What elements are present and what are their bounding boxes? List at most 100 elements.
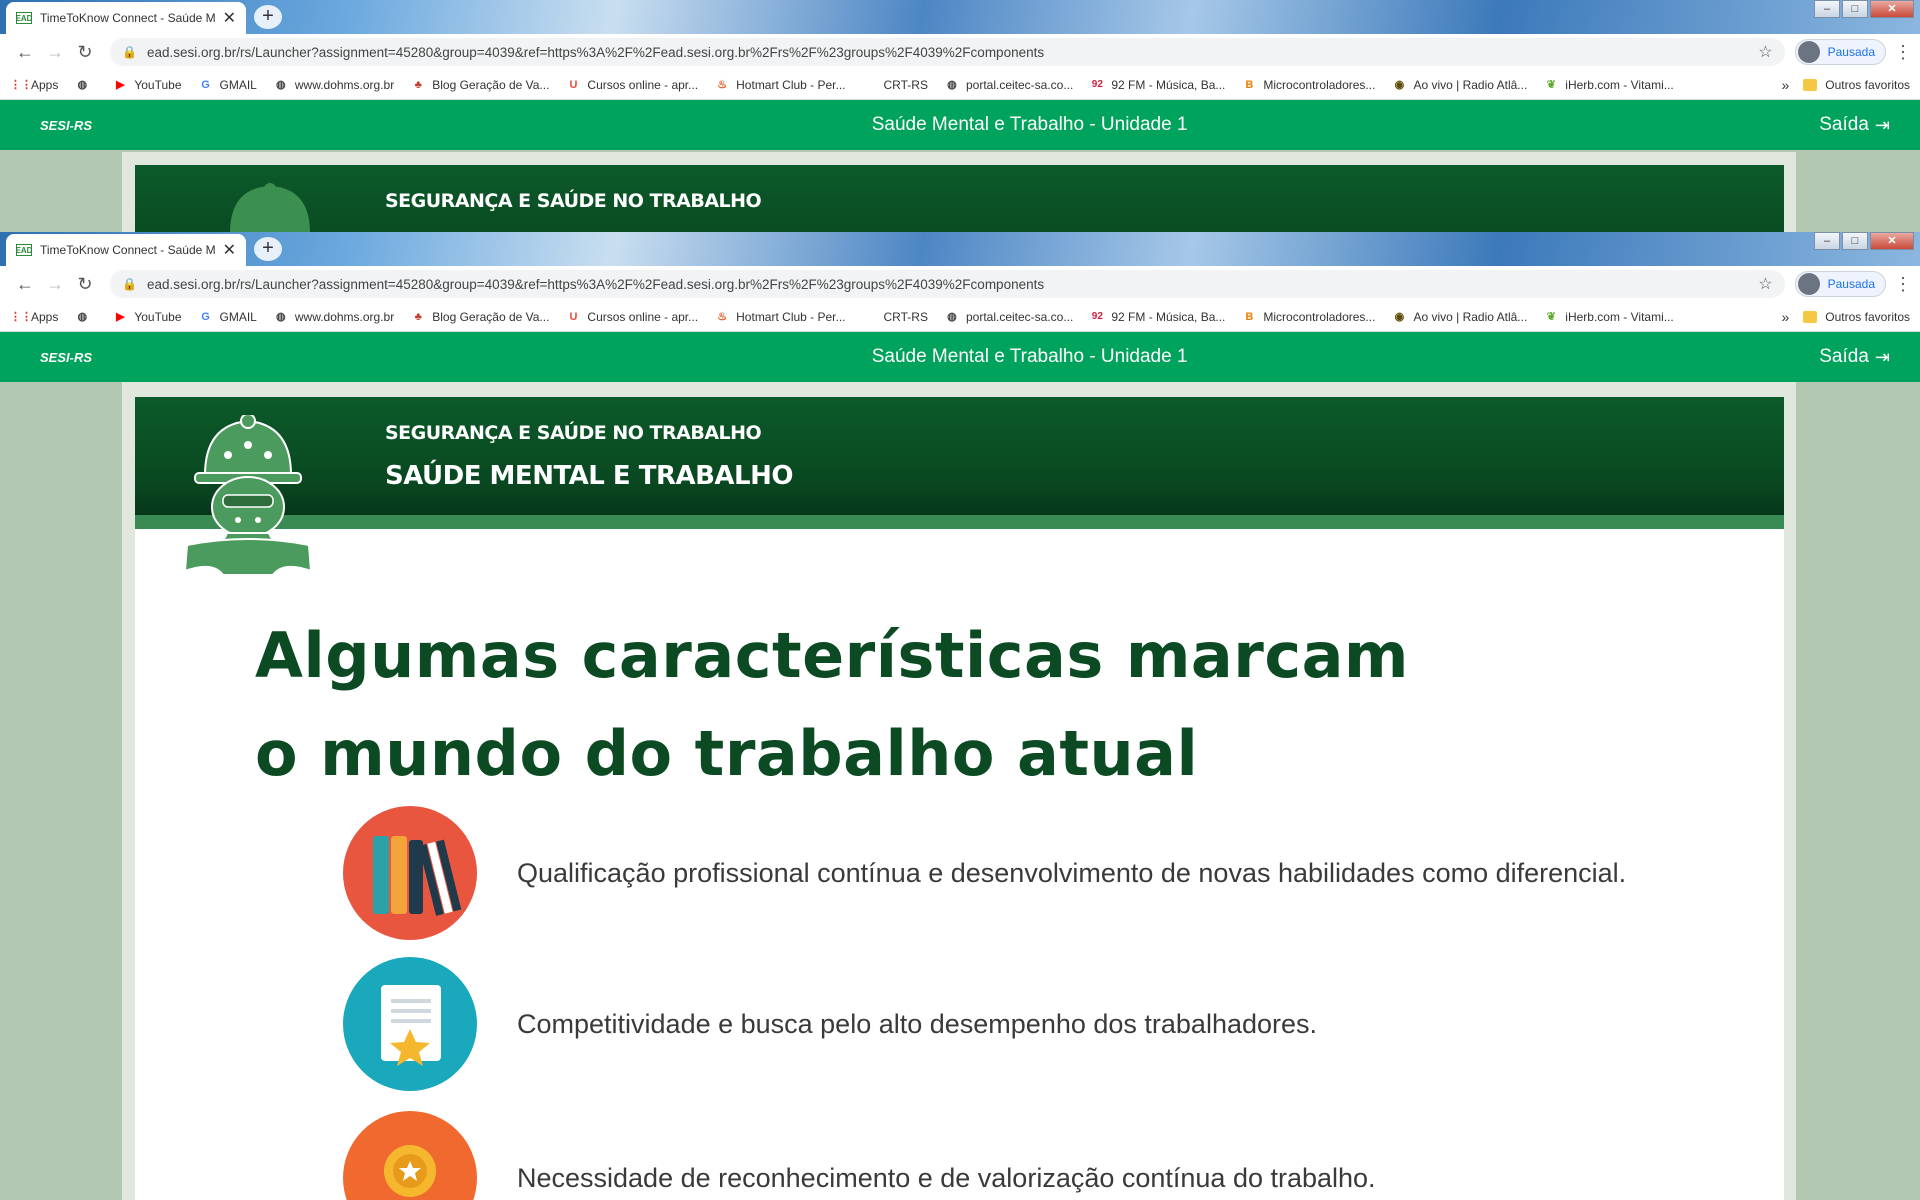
bookmark-microcontroladores[interactable]: B Microcontroladores... — [1242, 78, 1375, 92]
other-bookmarks-folder[interactable]: Outros favoritos — [1803, 78, 1910, 92]
bookmark-iherb-com-vitami[interactable]: ❦ iHerb.com - Vitami... — [1544, 78, 1674, 92]
course-title: Saúde Mental e Trabalho - Unidade 1 — [871, 346, 1188, 367]
bookmark-92-fm-m-sica-ba[interactable]: 92 92 FM - Música, Ba... — [1090, 310, 1226, 324]
browser-tab[interactable]: EAD TimeToKnow Connect - Saúde M ✕ — [6, 2, 246, 34]
back-icon[interactable]: ← — [10, 274, 40, 295]
bookmark-cursos-online-apr[interactable]: U Cursos online - apr... — [566, 78, 698, 92]
bookmark-blog-gera-o-de-va[interactable]: ♣ Blog Geração de Va... — [411, 78, 550, 92]
url-text: ead.sesi.org.br/rs/Launcher?assignment=4… — [146, 44, 1045, 60]
bookmark-92-fm-m-sica-ba[interactable]: 92 92 FM - Música, Ba... — [1090, 78, 1226, 92]
bookmark-youtube[interactable]: ▶ YouTube — [113, 310, 181, 324]
bookmark-www-dohms-org-br[interactable]: ◍ www.dohms.org.br — [274, 78, 394, 92]
tab-close-icon[interactable]: ✕ — [223, 240, 236, 260]
bookmark-gmail[interactable]: G GMAIL — [199, 78, 257, 92]
address-bar[interactable]: 🔒 ead.sesi.org.br/rs/Launcher?assignment… — [110, 38, 1785, 66]
apps-icon: ⋮⋮ — [10, 78, 32, 91]
tab-close-icon[interactable]: ✕ — [223, 8, 236, 28]
folder-icon — [1803, 78, 1818, 91]
browser-tab[interactable]: EAD TimeToKnow Connect - Saúde M ✕ — [6, 234, 246, 266]
cursos-icon: U — [569, 78, 578, 91]
bookmark-crt-rs[interactable]: CRT-RS — [863, 78, 928, 92]
profile-label: Pausada — [1827, 45, 1875, 59]
browser-toolbar: ← → ↻ 🔒 ead.sesi.org.br/rs/Launcher?assi… — [0, 34, 1920, 70]
reload-icon[interactable]: ↻ — [70, 274, 100, 295]
bookmarks-overflow-button[interactable]: » — [1782, 309, 1790, 325]
radio-icon: ◉ — [1394, 78, 1405, 91]
bookmark-cursos-online-apr[interactable]: U Cursos online - apr... — [566, 310, 698, 324]
back-icon[interactable]: ← — [10, 42, 40, 63]
content-sheet: SEGURANÇA E SAÚDE NO TRABALHO SAÚDE MENT… — [135, 397, 1784, 1200]
item-text: Necessidade de reconhecimento e de valor… — [517, 1162, 1376, 1193]
close-window-button[interactable]: ✕ — [1870, 0, 1914, 18]
minimize-button[interactable]: – — [1814, 0, 1840, 18]
address-bar[interactable]: 🔒 ead.sesi.org.br/rs/Launcher?assignment… — [110, 270, 1785, 298]
maximize-button[interactable]: □ — [1842, 232, 1868, 250]
content-sheet-back: SEGURANÇA E SAÚDE NO TRABALHO — [135, 165, 1784, 283]
forward-icon[interactable]: → — [40, 42, 70, 63]
lock-icon: 🔒 — [122, 277, 137, 291]
iherb-icon: ❦ — [1546, 310, 1556, 323]
blog-icon: ♣ — [414, 78, 422, 91]
menu-dots-icon[interactable]: ⋮ — [1894, 42, 1912, 63]
bookmark-blog-gera-o-de-va[interactable]: ♣ Blog Geração de Va... — [411, 310, 550, 324]
bookmarks-bar: ⋮⋮ Apps ◍ ▶ YouTube G GMAIL ◍ www.dohms.org.br ♣ B… — [0, 302, 1920, 332]
close-window-button[interactable]: ✕ — [1870, 232, 1914, 250]
exit-button[interactable]: Saída ⇥ — [1819, 346, 1890, 368]
youtube-icon: ▶ — [116, 310, 125, 323]
profile-label: Pausada — [1827, 277, 1875, 291]
bookmark-ao-vivo-radio-atl[interactable]: ◉ Ao vivo | Radio Atlâ... — [1392, 310, 1528, 324]
globe-icon: ◍ — [947, 78, 957, 91]
bookmark-youtube[interactable]: ▶ YouTube — [113, 78, 181, 92]
new-tab-button[interactable]: + — [254, 5, 282, 29]
books-icon — [343, 806, 477, 940]
blogger-icon: B — [1245, 78, 1254, 91]
bookmark-crt-rs[interactable]: CRT-RS — [863, 310, 928, 324]
medal-icon — [343, 1111, 477, 1200]
bookmark-portal-ceitec-sa-co[interactable]: ◍ portal.ceitec-sa.co... — [945, 78, 1073, 92]
banner-subtitle: SEGURANÇA E SAÚDE NO TRABALHO — [385, 422, 762, 444]
reload-icon[interactable]: ↻ — [70, 42, 100, 63]
blogger-icon: B — [1245, 310, 1254, 323]
bookmark-apps[interactable]: ⋮⋮ Apps — [10, 78, 58, 92]
forward-icon[interactable]: → — [40, 274, 70, 295]
minimize-button[interactable]: – — [1814, 232, 1840, 250]
globe-icon: ◍ — [947, 310, 957, 323]
list-item: Necessidade de reconhecimento e de valor… — [343, 1111, 1376, 1200]
item-text: Qualificação profissional contínua e des… — [517, 857, 1627, 888]
bookmark-microcontroladores[interactable]: B Microcontroladores... — [1242, 310, 1375, 324]
globe-icon: ◍ — [276, 78, 286, 91]
menu-dots-icon[interactable]: ⋮ — [1894, 274, 1912, 295]
bookmarks-bar: ⋮⋮ Apps ◍ ▶ YouTube G GMAIL ◍ www.dohms.org.br ♣ B… — [0, 70, 1920, 100]
profile-button[interactable]: Pausada — [1794, 271, 1886, 297]
folder-icon — [1803, 310, 1818, 323]
new-tab-button[interactable]: + — [254, 237, 282, 261]
other-bookmarks-folder[interactable]: Outros favoritos — [1803, 310, 1910, 324]
bookmark-portal-ceitec-sa-co[interactable]: ◍ portal.ceitec-sa.co... — [945, 310, 1073, 324]
bookmark-star-icon[interactable]: ☆ — [1758, 42, 1772, 62]
bookmark-www-dohms-org-br[interactable]: ◍ www.dohms.org.br — [274, 310, 394, 324]
sesi-logo: SESI-RS — [40, 349, 93, 365]
avatar — [1797, 41, 1820, 63]
maximize-button[interactable]: □ — [1842, 0, 1868, 18]
exit-icon: ⇥ — [1874, 114, 1890, 135]
bookmark-hotmart-club-per[interactable]: ♨ Hotmart Club - Per... — [715, 310, 845, 324]
course-title: Saúde Mental e Trabalho - Unidade 1 — [871, 114, 1188, 135]
profile-button[interactable]: Pausada — [1794, 39, 1886, 65]
bookmark-gmail[interactable]: G GMAIL — [199, 310, 257, 324]
list-item: Competitividade e busca pelo alto desemp… — [343, 957, 1317, 1091]
tab-strip: EAD TimeToKnow Connect - Saúde M ✕ + – □… — [0, 0, 1920, 34]
bookmark-globe[interactable]: ◍ — [75, 78, 96, 92]
ead-favicon: EAD — [15, 244, 33, 256]
bookmark-hotmart-club-per[interactable]: ♨ Hotmart Club - Per... — [715, 78, 845, 92]
bookmark-globe[interactable]: ◍ — [75, 310, 96, 324]
bookmark-iherb-com-vitami[interactable]: ❦ iHerb.com - Vitami... — [1544, 310, 1674, 324]
bookmark-ao-vivo-radio-atl[interactable]: ◉ Ao vivo | Radio Atlâ... — [1392, 78, 1528, 92]
bookmark-star-icon[interactable]: ☆ — [1758, 274, 1772, 294]
globe-icon: ◍ — [77, 310, 88, 323]
bookmarks-overflow-button[interactable]: » — [1782, 77, 1790, 93]
google-icon: G — [201, 78, 210, 91]
bookmark-apps[interactable]: ⋮⋮ Apps — [10, 310, 58, 324]
google-icon: G — [201, 310, 210, 323]
exit-button[interactable]: Saída ⇥ — [1819, 114, 1890, 136]
url-text: ead.sesi.org.br/rs/Launcher?assignment=4… — [146, 276, 1045, 292]
